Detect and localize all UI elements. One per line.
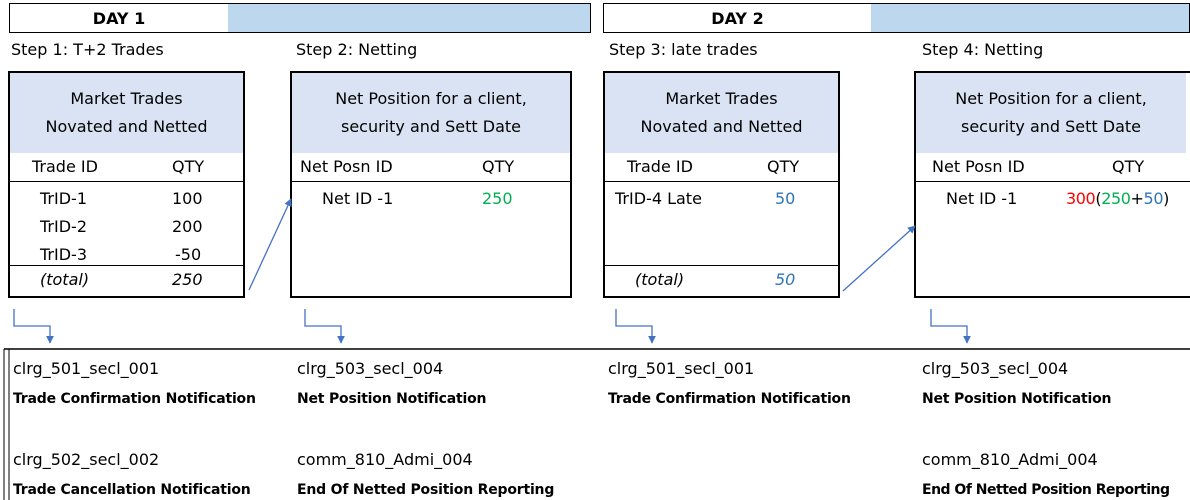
message-desc-5: Trade Cancellation Notification [13,482,251,498]
message-code-6: comm_810_Admi_004 [297,450,473,469]
arrow-step1-to-step2 [248,198,292,291]
connector-arrows [3,198,1190,500]
message-desc-3: Trade Confirmation Notification [608,391,851,407]
elbow-arrow-step4 [930,309,971,344]
elbow-arrow-step2 [304,309,345,344]
message-code-1: clrg_501_secl_001 [13,359,160,378]
message-desc-1: Trade Confirmation Notification [13,391,256,407]
message-code-5: clrg_502_secl_002 [13,450,160,469]
message-code-4: clrg_503_secl_004 [922,359,1069,378]
message-desc-2: Net Position Notification [297,391,487,407]
arrow-step3-to-step4 [842,225,916,292]
message-code-3: clrg_501_secl_001 [608,359,755,378]
message-code-7: comm_810_Admi_004 [922,450,1098,469]
message-desc-7: End Of Netted Position Reporting [922,482,1170,498]
elbow-arrow-step3 [615,309,656,344]
elbow-arrow-step1 [13,309,54,344]
message-code-2: clrg_503_secl_004 [297,359,444,378]
message-desc-6: End Of Netted Position Reporting [297,482,555,498]
message-desc-4: Net Position Notification [922,391,1112,407]
